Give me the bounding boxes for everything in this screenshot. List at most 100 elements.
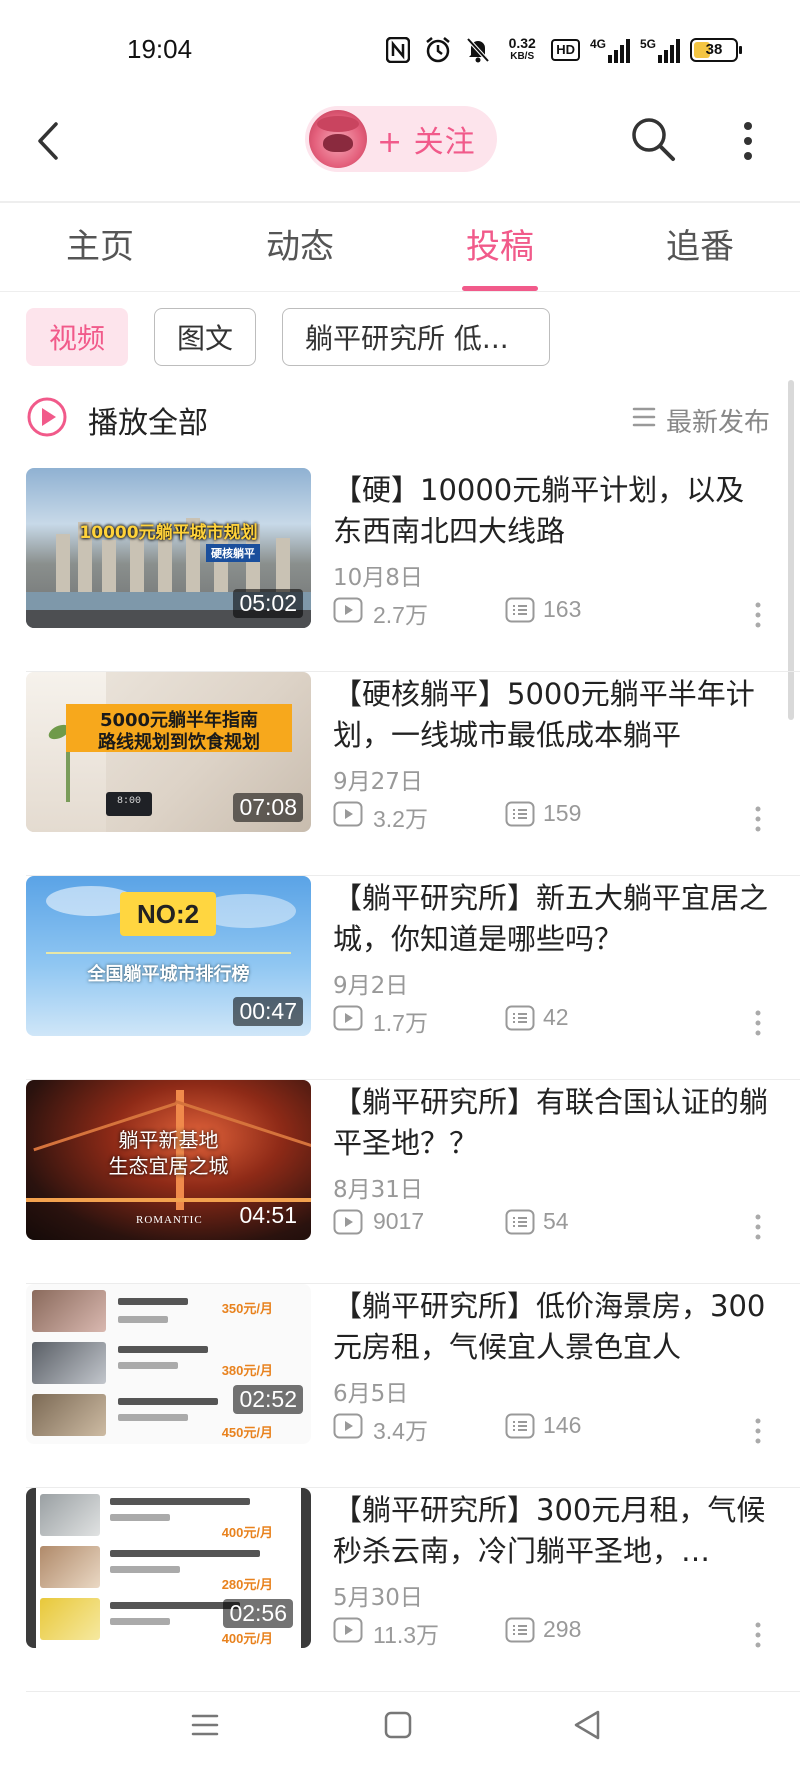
tab-home[interactable]: 主页 — [0, 203, 200, 291]
item-more-icon[interactable] — [752, 1416, 764, 1446]
home-icon[interactable] — [383, 1710, 413, 1740]
signal-5g-icon: 5G — [640, 37, 680, 63]
chip-image-text[interactable]: 图文 — [154, 308, 257, 366]
thumbnail-badge: NO:2 — [120, 892, 216, 936]
search-button[interactable] — [628, 114, 678, 164]
item-more-icon[interactable] — [752, 1008, 764, 1038]
back-triangle-icon[interactable] — [572, 1708, 602, 1742]
play-count-icon — [333, 801, 363, 827]
video-item[interactable]: 400元/月 280元/月 400元/月 02:56 【躺平研究所】300元月租… — [0, 1488, 800, 1692]
comment-count: 159 — [543, 800, 582, 826]
chip-series[interactable]: 躺平研究所 低... — [282, 308, 551, 366]
comment-count: 146 — [543, 1412, 582, 1438]
listing-price: 380元/月 — [221, 1363, 273, 1378]
signal-4g-label: 4G — [589, 37, 606, 51]
video-duration: 02:56 — [223, 1599, 293, 1628]
sort-list-icon[interactable] — [632, 406, 656, 428]
play-count-icon — [333, 1209, 363, 1235]
comment-count-icon — [505, 801, 535, 827]
thumbnail-logo: ROMANTIC — [136, 1214, 203, 1226]
recent-apps-icon[interactable] — [190, 1710, 220, 1740]
thumbnail-caption: 10000元躺平城市规划 — [79, 523, 258, 543]
video-item[interactable]: 8:00 5000元躺半年指南 路线规划到饮食规划 07:08 【硬核躺平】50… — [0, 672, 800, 876]
chip-video[interactable]: 视频 — [26, 308, 129, 366]
avatar[interactable] — [309, 110, 367, 168]
video-stats: 1.7万 42 — [333, 1002, 773, 1036]
item-more-icon[interactable] — [752, 1620, 764, 1650]
video-title[interactable]: 【躺平研究所】低价海景房，300元房租，气候宜人景色宜人 — [333, 1286, 773, 1368]
video-item[interactable]: NO:2 全国躺平城市排行榜 00:47 【躺平研究所】新五大躺平宜居之城，你知… — [0, 876, 800, 1080]
signal-4g-icon: 4G — [590, 37, 630, 63]
thumbnail-caption-line2: 路线规划到饮食规划 — [98, 732, 260, 753]
alarm-icon — [423, 35, 453, 65]
play-count: 3.2万 — [373, 806, 428, 832]
follow-label: + 关注 — [377, 125, 476, 160]
video-date: 6月5日 — [333, 1381, 409, 1407]
video-duration: 02:52 — [233, 1385, 303, 1414]
video-title[interactable]: 【硬核躺平】5000元躺平半年计划，一线城市最低成本躺平 — [333, 674, 773, 756]
more-vertical-icon — [744, 122, 752, 160]
video-title[interactable]: 【躺平研究所】有联合国认证的躺平圣地？？ — [333, 1082, 773, 1164]
video-stats: 3.2万 159 — [333, 798, 773, 832]
video-duration: 04:51 — [239, 1202, 297, 1228]
thumbnail-caption: 全国躺平城市排行榜 — [87, 964, 250, 985]
play-circle-icon — [27, 397, 67, 437]
play-all-label[interactable]: 播放全部 — [88, 398, 208, 442]
play-count-icon — [333, 1005, 363, 1031]
item-more-icon[interactable] — [752, 600, 764, 630]
sort-order-label[interactable]: 最新发布 — [666, 402, 770, 439]
video-duration: 07:08 — [233, 793, 303, 822]
network-speed-unit: KB/S — [510, 51, 535, 62]
video-thumbnail[interactable]: 躺平新基地 生态宜居之城 ROMANTIC 04:51 — [26, 1080, 311, 1240]
video-date: 8月31日 — [333, 1177, 423, 1203]
video-thumbnail[interactable]: NO:2 全国躺平城市排行榜 00:47 — [26, 876, 311, 1036]
battery-icon: 38 — [690, 38, 742, 62]
profile-tabs: 主页 动态 投稿 追番 — [0, 203, 800, 291]
video-item[interactable]: 10000元躺平城市规划 硬核躺平 05:02 【硬】10000元躺平计划，以及… — [0, 468, 800, 672]
comment-count: 42 — [543, 1004, 569, 1030]
video-stats: 2.7万 163 — [333, 594, 773, 628]
mute-bell-icon — [463, 35, 493, 65]
thumbnail-tag: 硬核躺平 — [206, 544, 260, 562]
item-more-icon[interactable] — [752, 1212, 764, 1242]
video-date: 5月30日 — [333, 1585, 423, 1611]
video-title[interactable]: 【躺平研究所】300元月租，气候秒杀云南，冷门躺平圣地，… — [333, 1490, 773, 1572]
video-thumbnail[interactable]: 8:00 5000元躺半年指南 路线规划到饮食规划 07:08 — [26, 672, 311, 832]
back-button[interactable] — [30, 116, 70, 166]
thumbnail-caption-line1: 躺平新基地 — [118, 1128, 219, 1152]
network-speed: 0.32 KB/S — [503, 36, 541, 64]
listing-price: 400元/月 — [221, 1631, 273, 1646]
tab-uploads[interactable]: 投稿 — [400, 203, 600, 291]
video-date: 9月2日 — [333, 973, 409, 999]
back-arrow-icon — [38, 122, 58, 160]
play-count: 11.3万 — [373, 1622, 440, 1648]
play-count: 3.4万 — [373, 1418, 428, 1444]
thumbnail-caption-line2: 生态宜居之城 — [108, 1154, 229, 1178]
play-count-icon — [333, 1617, 363, 1643]
video-date: 10月8日 — [333, 565, 423, 591]
video-item[interactable]: 躺平新基地 生态宜居之城 ROMANTIC 04:51 【躺平研究所】有联合国认… — [0, 1080, 800, 1284]
video-title[interactable]: 【躺平研究所】新五大躺平宜居之城，你知道是哪些吗？ — [333, 878, 773, 960]
video-duration: 05:02 — [233, 589, 303, 618]
tab-dynamic[interactable]: 动态 — [200, 203, 400, 291]
tab-bangumi[interactable]: 追番 — [600, 203, 800, 291]
item-more-icon[interactable] — [752, 804, 764, 834]
play-count-icon — [333, 597, 363, 623]
video-title[interactable]: 【硬】10000元躺平计划，以及东西南北四大线路 — [333, 470, 773, 552]
video-item[interactable]: 350元/月 380元/月 450元/月 02:52 【躺平研究所】低价海景房，… — [0, 1284, 800, 1488]
comment-count-icon — [505, 1005, 535, 1031]
listing-row: 400元/月 — [40, 1492, 297, 1540]
follow-button[interactable]: + 关注 — [305, 106, 497, 172]
comment-count-icon — [505, 597, 535, 623]
more-options-button[interactable] — [730, 116, 766, 166]
status-time: 19:04 — [127, 34, 193, 64]
listing-price: 450元/月 — [221, 1425, 273, 1440]
video-stats: 11.3万 298 — [333, 1614, 773, 1648]
video-thumbnail[interactable]: 10000元躺平城市规划 硬核躺平 05:02 — [26, 468, 311, 628]
comment-count-icon — [505, 1617, 535, 1643]
play-all-button[interactable] — [26, 396, 68, 438]
video-thumbnail[interactable]: 350元/月 380元/月 450元/月 02:52 — [26, 1284, 311, 1444]
comment-count: 298 — [543, 1616, 582, 1642]
video-thumbnail[interactable]: 400元/月 280元/月 400元/月 02:56 — [26, 1488, 311, 1648]
play-count: 9017 — [373, 1208, 425, 1234]
